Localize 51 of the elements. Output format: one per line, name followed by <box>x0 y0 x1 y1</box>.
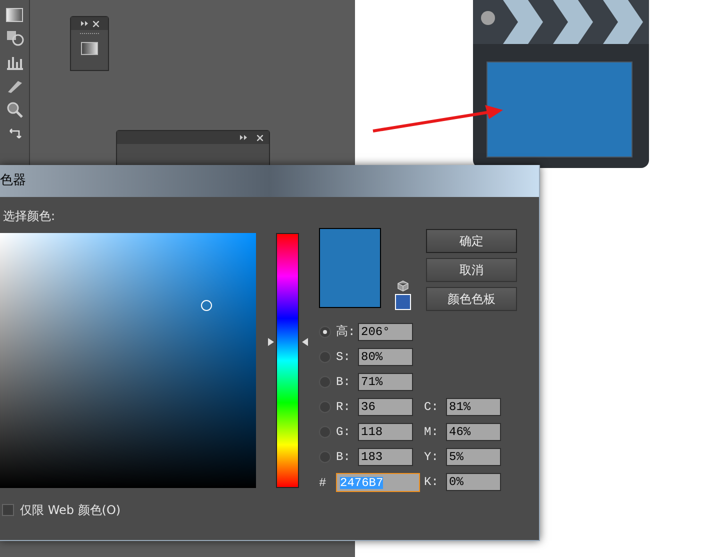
hue-slider[interactable] <box>268 233 308 488</box>
radio-button[interactable] <box>319 401 331 413</box>
field-label: 高: <box>336 326 356 338</box>
radio-button[interactable] <box>319 451 331 463</box>
swap-arrows-icon[interactable] <box>8 126 22 140</box>
close-icon[interactable] <box>92 20 98 26</box>
radio-button[interactable] <box>319 326 331 338</box>
value-field[interactable]: 80% <box>358 348 413 366</box>
dialog-button[interactable]: 确定 <box>426 229 517 253</box>
collapse-icon[interactable] <box>240 135 247 140</box>
value-field[interactable]: 118 <box>358 423 413 441</box>
radio-button[interactable] <box>319 351 331 363</box>
field-label: G: <box>336 426 352 438</box>
value-field[interactable]: 183 <box>358 448 413 466</box>
window-title: 色器 <box>0 172 26 190</box>
field-label: B: <box>336 451 352 463</box>
field-label: K: <box>424 476 440 488</box>
cube-icon[interactable] <box>397 280 409 292</box>
value-field[interactable]: 81% <box>446 398 501 416</box>
value-field[interactable]: 0% <box>446 473 501 491</box>
brush-tool-icon[interactable] <box>6 78 24 94</box>
web-color-swatch[interactable] <box>395 294 411 310</box>
checkbox[interactable] <box>2 504 14 516</box>
field-label: M: <box>424 426 440 438</box>
value-field[interactable]: 5% <box>446 448 501 466</box>
radio-button[interactable] <box>319 376 331 388</box>
value-field[interactable]: 36 <box>358 398 413 416</box>
checkbox-label: 仅限 Web 颜色(O) <box>20 502 121 519</box>
zoom-tool-icon[interactable] <box>6 102 24 118</box>
dialog-button[interactable]: 取消 <box>426 258 517 282</box>
hash-label: # <box>319 474 328 492</box>
dialog-button[interactable]: 颜色色板 <box>426 287 517 311</box>
gradient-swatch-icon[interactable] <box>81 42 98 55</box>
close-icon[interactable] <box>257 134 263 140</box>
shapes-tool-icon[interactable] <box>6 30 24 46</box>
bar-chart-icon[interactable] <box>6 54 24 70</box>
color-marker[interactable] <box>200 300 212 311</box>
field-label: S: <box>336 351 352 363</box>
value-field[interactable]: 206° <box>358 323 413 341</box>
hue-thumb[interactable] <box>268 338 308 346</box>
value-field[interactable]: 46% <box>446 423 501 441</box>
field-label: B: <box>336 376 352 388</box>
field-label: R: <box>336 401 352 413</box>
field-label: C: <box>424 401 440 413</box>
radio-button[interactable] <box>319 426 331 438</box>
collapse-icon[interactable] <box>80 21 88 26</box>
value-field[interactable]: 71% <box>358 373 413 391</box>
field-label: Y: <box>424 451 440 463</box>
prompt-label: 选择颜色: <box>3 208 56 225</box>
gradient-tool-icon[interactable] <box>6 8 23 22</box>
color-field[interactable] <box>0 233 256 488</box>
